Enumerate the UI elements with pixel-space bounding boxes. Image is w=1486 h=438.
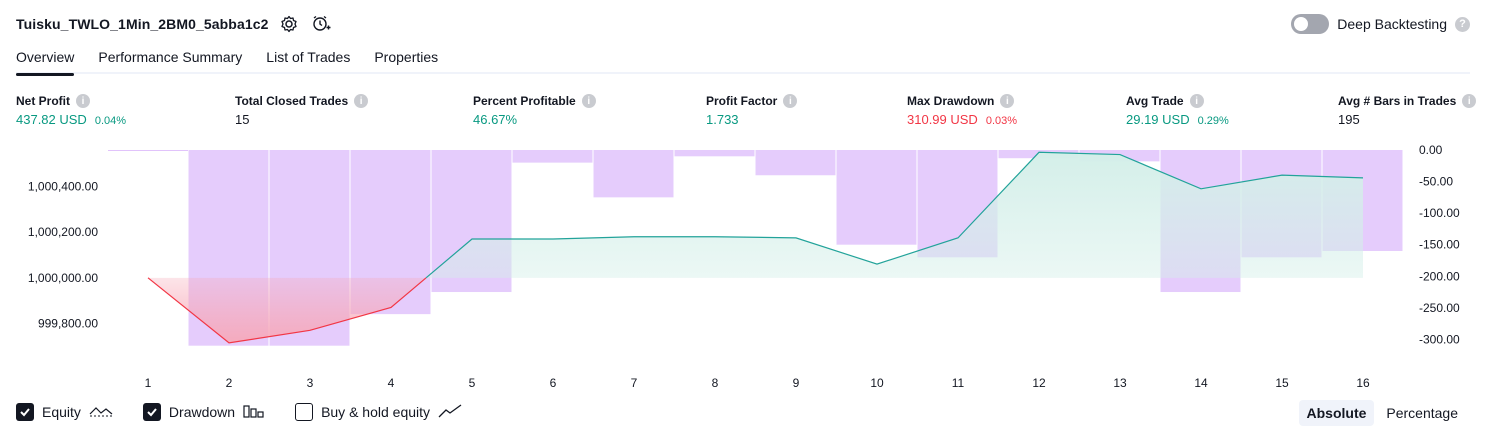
deep-backtesting: Deep Backtesting ?	[1291, 12, 1470, 36]
deep-backtesting-toggle[interactable]	[1291, 14, 1330, 34]
left-axis-tick-label: 1,000,200.00	[28, 225, 98, 239]
metric-avg-trade: Avg Trade i 29.19 USD 0.29%	[1126, 92, 1229, 127]
info-icon[interactable]: i	[1000, 94, 1015, 108]
metric-label: Total Closed Trades	[235, 94, 349, 108]
x-axis-tick-label: 16	[1356, 376, 1370, 390]
checkbox-unchecked-icon[interactable]	[295, 403, 314, 421]
info-icon[interactable]: i	[581, 94, 596, 108]
x-axis-tick-label: 8	[712, 376, 719, 390]
metric-value: 1.733	[706, 112, 739, 127]
legend-label: Drawdown	[168, 404, 236, 420]
metric-percent: 0.03%	[985, 115, 1018, 127]
x-axis-tick-label: 6	[550, 376, 557, 390]
checkbox-checked-icon[interactable]	[142, 403, 161, 421]
report-tabs: Overview Performance Summary List of Tra…	[16, 44, 1470, 76]
drawdown-bars-icon	[243, 404, 265, 421]
legend-buy-hold[interactable]: Buy & hold equity	[295, 403, 462, 421]
tab-overview[interactable]: Overview	[16, 44, 75, 76]
x-axis-tick-label: 5	[469, 376, 476, 390]
report-header: Tuisku_TWLO_1Min_2BM0_5abba1c2	[16, 12, 332, 36]
x-axis-tick-label: 13	[1113, 376, 1127, 390]
metric-profit-factor: Profit Factor i 1.733	[706, 92, 798, 127]
metric-percent: 0.29%	[1197, 115, 1229, 127]
metric-value: 195	[1338, 112, 1360, 127]
x-axis-tick-label: 2	[226, 376, 233, 390]
deep-backtesting-label: Deep Backtesting	[1337, 16, 1447, 32]
right-axis-tick-label: 0.00	[1419, 143, 1443, 157]
drawdown-bar	[108, 150, 188, 151]
legend-drawdown[interactable]: Drawdown	[142, 403, 265, 421]
metric-label: Percent Profitable	[473, 94, 576, 108]
mode-percentage[interactable]: Percentage	[1378, 400, 1466, 426]
metric-label: Avg # Bars in Trades	[1338, 94, 1457, 108]
drawdown-bar	[836, 150, 917, 245]
display-mode-switch: Absolute Percentage	[1298, 400, 1467, 426]
tab-list-of-trades[interactable]: List of Trades	[266, 44, 350, 74]
x-axis-tick-label: 1	[145, 376, 152, 390]
metric-label: Max Drawdown	[907, 94, 995, 108]
left-axis-tick-label: 1,000,400.00	[28, 180, 98, 194]
x-axis-tick-label: 4	[388, 376, 395, 390]
add-alert-icon[interactable]	[310, 13, 332, 35]
left-axis-tick-label: 1,000,000.00	[28, 271, 98, 285]
info-icon[interactable]: i	[783, 94, 798, 108]
equity-line-icon	[89, 404, 113, 421]
x-axis-tick-label: 14	[1194, 376, 1208, 390]
metric-value: 310.99 USD	[907, 112, 978, 127]
settings-icon[interactable]	[278, 13, 300, 35]
legend-label: Buy & hold equity	[321, 404, 431, 420]
x-axis-tick-label: 7	[631, 376, 638, 390]
x-axis-tick-label: 15	[1275, 376, 1289, 390]
right-axis-tick-label: -100.00	[1419, 206, 1460, 220]
info-icon[interactable]: i	[354, 94, 369, 108]
metric-value: 437.82 USD	[16, 112, 87, 127]
equity-drawdown-chart[interactable]: 1,000,400.00 1,000,200.00 1,000,000.00 999,…	[0, 140, 1486, 395]
metric-value: 29.19 USD	[1126, 112, 1190, 127]
drawdown-bar	[674, 150, 755, 157]
drawdown-bar	[512, 150, 593, 163]
metric-label: Net Profit	[16, 94, 70, 108]
right-axis-tick-label: -200.00	[1419, 269, 1460, 283]
metric-net-profit: Net Profit i 437.82 USD 0.04%	[16, 92, 126, 127]
metric-max-drawdown: Max Drawdown i 310.99 USD 0.03%	[907, 92, 1017, 127]
buy-hold-line-icon	[438, 403, 462, 421]
metric-label: Avg Trade	[1126, 94, 1184, 108]
metric-percent-profitable: Percent Profitable i 46.67%	[473, 92, 596, 127]
drawdown-bar	[755, 150, 836, 176]
metric-value: 46.67%	[473, 112, 518, 127]
info-icon[interactable]: i	[76, 94, 90, 108]
right-axis-tick-label: -50.00	[1419, 175, 1453, 189]
info-icon[interactable]: i	[1462, 94, 1477, 108]
mode-absolute[interactable]: Absolute	[1298, 400, 1375, 426]
strategy-name: Tuisku_TWLO_1Min_2BM0_5abba1c2	[16, 16, 269, 32]
metric-total-closed-trades: Total Closed Trades i 15	[235, 92, 369, 127]
right-axis-tick-label: -250.00	[1419, 301, 1460, 315]
tab-properties[interactable]: Properties	[374, 44, 438, 74]
tab-performance-summary[interactable]: Performance Summary	[98, 44, 242, 74]
checkbox-checked-icon[interactable]	[16, 403, 34, 421]
help-icon[interactable]: ?	[1455, 16, 1470, 32]
left-axis-tick-label: 999,800.00	[38, 316, 98, 330]
drawdown-bar	[593, 150, 674, 198]
toggle-knob	[1294, 17, 1309, 31]
right-axis-tick-label: -300.00	[1419, 332, 1460, 346]
metric-label: Profit Factor	[706, 94, 778, 108]
legend-label: Equity	[42, 404, 81, 420]
right-axis-tick-label: -150.00	[1419, 238, 1460, 252]
chart-legend: Equity Drawdown Buy & hold equity	[16, 403, 462, 421]
x-axis-tick-label: 3	[307, 376, 314, 390]
x-axis-tick-label: 11	[952, 376, 965, 390]
legend-equity[interactable]: Equity	[16, 403, 113, 421]
x-axis-tick-label: 10	[870, 376, 884, 390]
metric-avg-bars: Avg # Bars in Trades i 195	[1338, 92, 1477, 127]
x-axis-tick-label: 9	[793, 376, 800, 390]
metric-percent: 0.04%	[94, 115, 127, 127]
x-axis-tick-label: 12	[1032, 376, 1046, 390]
metric-value: 15	[235, 112, 250, 127]
info-icon[interactable]: i	[1189, 94, 1204, 108]
